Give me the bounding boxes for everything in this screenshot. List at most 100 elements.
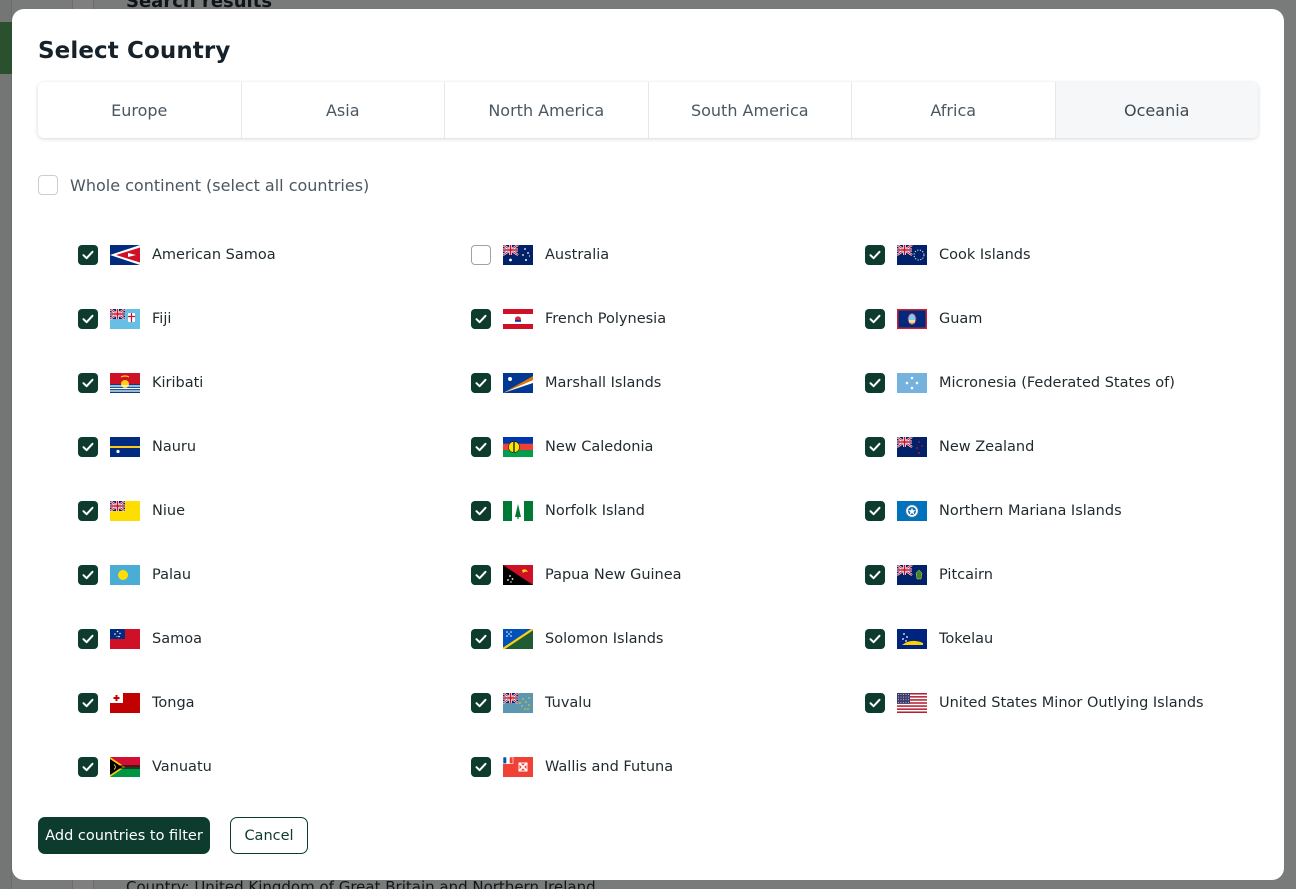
flag-solomon-islands-icon [503, 629, 533, 649]
country-list: American Samoa Australia Cook Islands Fiji F… [78, 235, 1258, 811]
country-checkbox[interactable] [78, 309, 98, 329]
country-checkbox[interactable] [471, 309, 491, 329]
country-checkbox[interactable] [471, 501, 491, 521]
country-option-northern-mariana-islands[interactable]: Northern Mariana Islands [865, 491, 1258, 531]
tab-africa[interactable]: Africa [852, 82, 1056, 138]
country-checkbox[interactable] [471, 693, 491, 713]
flag-wallis-and-futuna-icon [503, 757, 533, 777]
country-checkbox[interactable] [865, 373, 885, 393]
country-option-united-states-minor-outlying-islands[interactable]: United States Minor Outlying Islands [865, 683, 1258, 723]
country-label: Solomon Islands [545, 631, 664, 647]
flag-american-samoa-icon [110, 245, 140, 265]
cancel-button[interactable]: Cancel [230, 817, 308, 854]
flag-tokelau-icon [897, 629, 927, 649]
country-option-nauru[interactable]: Nauru [78, 427, 471, 467]
country-option-cook-islands[interactable]: Cook Islands [865, 235, 1258, 275]
flag-papua-new-guinea-icon [503, 565, 533, 585]
flag-guam-icon [897, 309, 927, 329]
select-country-modal: Select Country Europe Asia North America… [12, 9, 1284, 880]
modal-title: Select Country [38, 38, 231, 64]
tab-oceania[interactable]: Oceania [1055, 82, 1258, 138]
country-option-fiji[interactable]: Fiji [78, 299, 471, 339]
country-option-palau[interactable]: Palau [78, 555, 471, 595]
flag-marshall-islands-icon [503, 373, 533, 393]
country-option-micronesia-federated-states-of[interactable]: Micronesia (Federated States of) [865, 363, 1258, 403]
country-option-niue[interactable]: Niue [78, 491, 471, 531]
flag-kiribati-icon [110, 373, 140, 393]
flag-pitcairn-icon [897, 565, 927, 585]
whole-continent-option[interactable]: Whole continent (select all countries) [38, 175, 369, 195]
country-label: Australia [545, 247, 610, 263]
country-option-american-samoa[interactable]: American Samoa [78, 235, 471, 275]
whole-continent-checkbox[interactable] [38, 175, 58, 195]
country-option-tuvalu[interactable]: Tuvalu [471, 683, 865, 723]
flag-new-zealand-icon [897, 437, 927, 457]
country-checkbox[interactable] [865, 629, 885, 649]
country-option-tonga[interactable]: Tonga [78, 683, 471, 723]
country-option-french-polynesia[interactable]: French Polynesia [471, 299, 865, 339]
country-checkbox[interactable] [78, 565, 98, 585]
country-label: Tokelau [939, 631, 994, 647]
country-checkbox[interactable] [471, 373, 491, 393]
country-checkbox[interactable] [78, 437, 98, 457]
country-checkbox[interactable] [78, 373, 98, 393]
flag-niue-icon [110, 501, 140, 521]
country-label: Wallis and Futuna [545, 759, 674, 775]
flag-vanuatu-icon [110, 757, 140, 777]
country-option-norfolk-island[interactable]: Norfolk Island [471, 491, 865, 531]
country-option-new-caledonia[interactable]: New Caledonia [471, 427, 865, 467]
tab-europe[interactable]: Europe [38, 82, 242, 138]
country-label: Norfolk Island [545, 503, 645, 519]
country-option-solomon-islands[interactable]: Solomon Islands [471, 619, 865, 659]
country-checkbox[interactable] [865, 309, 885, 329]
country-label: Niue [152, 503, 185, 519]
country-option-samoa[interactable]: Samoa [78, 619, 471, 659]
country-option-new-zealand[interactable]: New Zealand [865, 427, 1258, 467]
add-countries-button[interactable]: Add countries to filter [38, 817, 210, 854]
whole-continent-label: Whole continent (select all countries) [70, 175, 370, 195]
country-option-papua-new-guinea[interactable]: Papua New Guinea [471, 555, 865, 595]
country-label: Fiji [152, 311, 172, 327]
country-checkbox[interactable] [865, 437, 885, 457]
flag-tuvalu-icon [503, 693, 533, 713]
country-checkbox[interactable] [78, 757, 98, 777]
flag-nauru-icon [110, 437, 140, 457]
country-option-pitcairn[interactable]: Pitcairn [865, 555, 1258, 595]
tab-south-america[interactable]: South America [649, 82, 852, 138]
country-checkbox[interactable] [78, 629, 98, 649]
country-checkbox[interactable] [78, 245, 98, 265]
flag-us-minor-outlying-islands-icon [897, 693, 927, 713]
country-checkbox[interactable] [471, 437, 491, 457]
country-label: Papua New Guinea [545, 567, 682, 583]
country-checkbox[interactable] [78, 501, 98, 521]
continent-tabs: Europe Asia North America South America … [38, 82, 1258, 138]
country-label: Marshall Islands [545, 375, 662, 391]
country-checkbox[interactable] [865, 565, 885, 585]
country-checkbox[interactable] [471, 245, 491, 265]
country-label: Guam [939, 311, 983, 327]
country-option-kiribati[interactable]: Kiribati [78, 363, 471, 403]
country-option-guam[interactable]: Guam [865, 299, 1258, 339]
country-option-marshall-islands[interactable]: Marshall Islands [471, 363, 865, 403]
country-option-vanuatu[interactable]: Vanuatu [78, 747, 471, 787]
country-checkbox[interactable] [471, 757, 491, 777]
country-label: American Samoa [152, 247, 276, 263]
country-option-tokelau[interactable]: Tokelau [865, 619, 1258, 659]
country-checkbox[interactable] [865, 693, 885, 713]
country-label: Pitcairn [939, 567, 993, 583]
country-option-wallis-and-futuna[interactable]: Wallis and Futuna [471, 747, 865, 787]
country-checkbox[interactable] [471, 565, 491, 585]
tab-asia[interactable]: Asia [242, 82, 445, 138]
country-checkbox[interactable] [865, 245, 885, 265]
tab-north-america[interactable]: North America [445, 82, 649, 138]
country-option-australia[interactable]: Australia [471, 235, 865, 275]
flag-northern-mariana-islands-icon [897, 501, 927, 521]
country-checkbox[interactable] [78, 693, 98, 713]
country-checkbox[interactable] [865, 501, 885, 521]
country-label: Kiribati [152, 375, 204, 391]
flag-french-polynesia-icon [503, 309, 533, 329]
country-label: Samoa [152, 631, 202, 647]
country-checkbox[interactable] [471, 629, 491, 649]
flag-cook-islands-icon [897, 245, 927, 265]
country-label: French Polynesia [545, 311, 667, 327]
